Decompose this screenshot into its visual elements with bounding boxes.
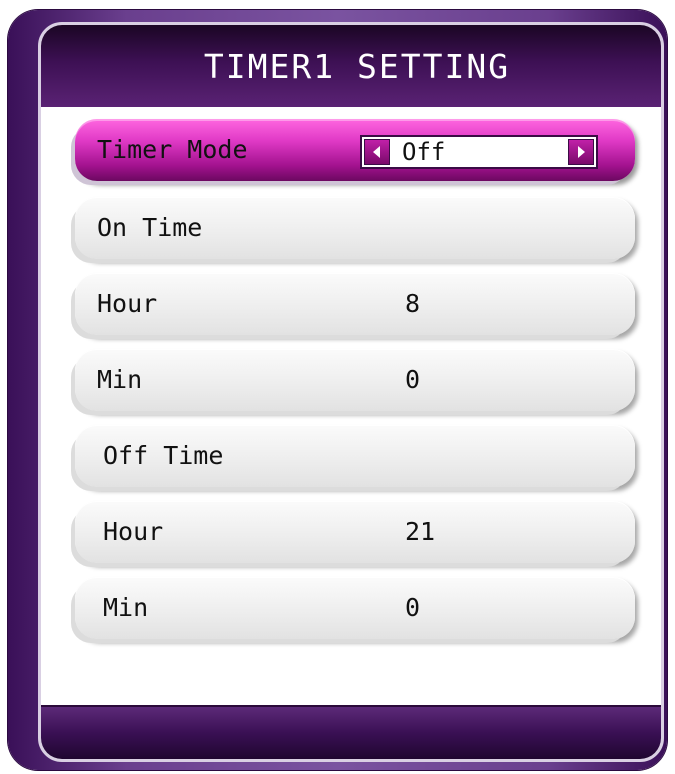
arrow-right-icon[interactable] — [568, 139, 594, 165]
off-min-row[interactable]: Min 0 — [75, 577, 635, 639]
off-hour-row[interactable]: Hour 21 — [75, 501, 635, 563]
off-hour-value: 21 — [405, 517, 436, 546]
on-min-label: Min — [97, 365, 143, 394]
off-time-label: Off Time — [103, 441, 224, 470]
on-min-row[interactable]: Min 0 — [75, 349, 635, 411]
timer-mode-label: Timer Mode — [97, 135, 248, 164]
on-hour-value: 8 — [405, 289, 421, 318]
timer-mode-row[interactable]: Timer Mode Off — [75, 119, 635, 181]
timer-settings-screen: TIMER1 SETTING Timer Mode Off On Time Ho… — [38, 22, 664, 762]
title-bar: TIMER1 SETTING — [41, 25, 661, 107]
page-title: TIMER1 SETTING — [203, 46, 511, 86]
off-min-label: Min — [103, 593, 149, 622]
off-time-row[interactable]: Off Time — [75, 425, 635, 487]
on-min-value: 0 — [405, 365, 421, 394]
on-time-row[interactable]: On Time — [75, 197, 635, 259]
arrow-left-icon[interactable] — [364, 139, 390, 165]
timer-mode-selector[interactable]: Off — [360, 135, 598, 169]
on-hour-row[interactable]: Hour 8 — [75, 273, 635, 335]
footer-bar — [41, 705, 661, 759]
on-time-label: On Time — [97, 213, 203, 242]
timer-mode-value: Off — [402, 138, 446, 166]
off-min-value: 0 — [405, 593, 421, 622]
off-hour-label: Hour — [103, 517, 164, 546]
on-hour-label: Hour — [97, 289, 158, 318]
